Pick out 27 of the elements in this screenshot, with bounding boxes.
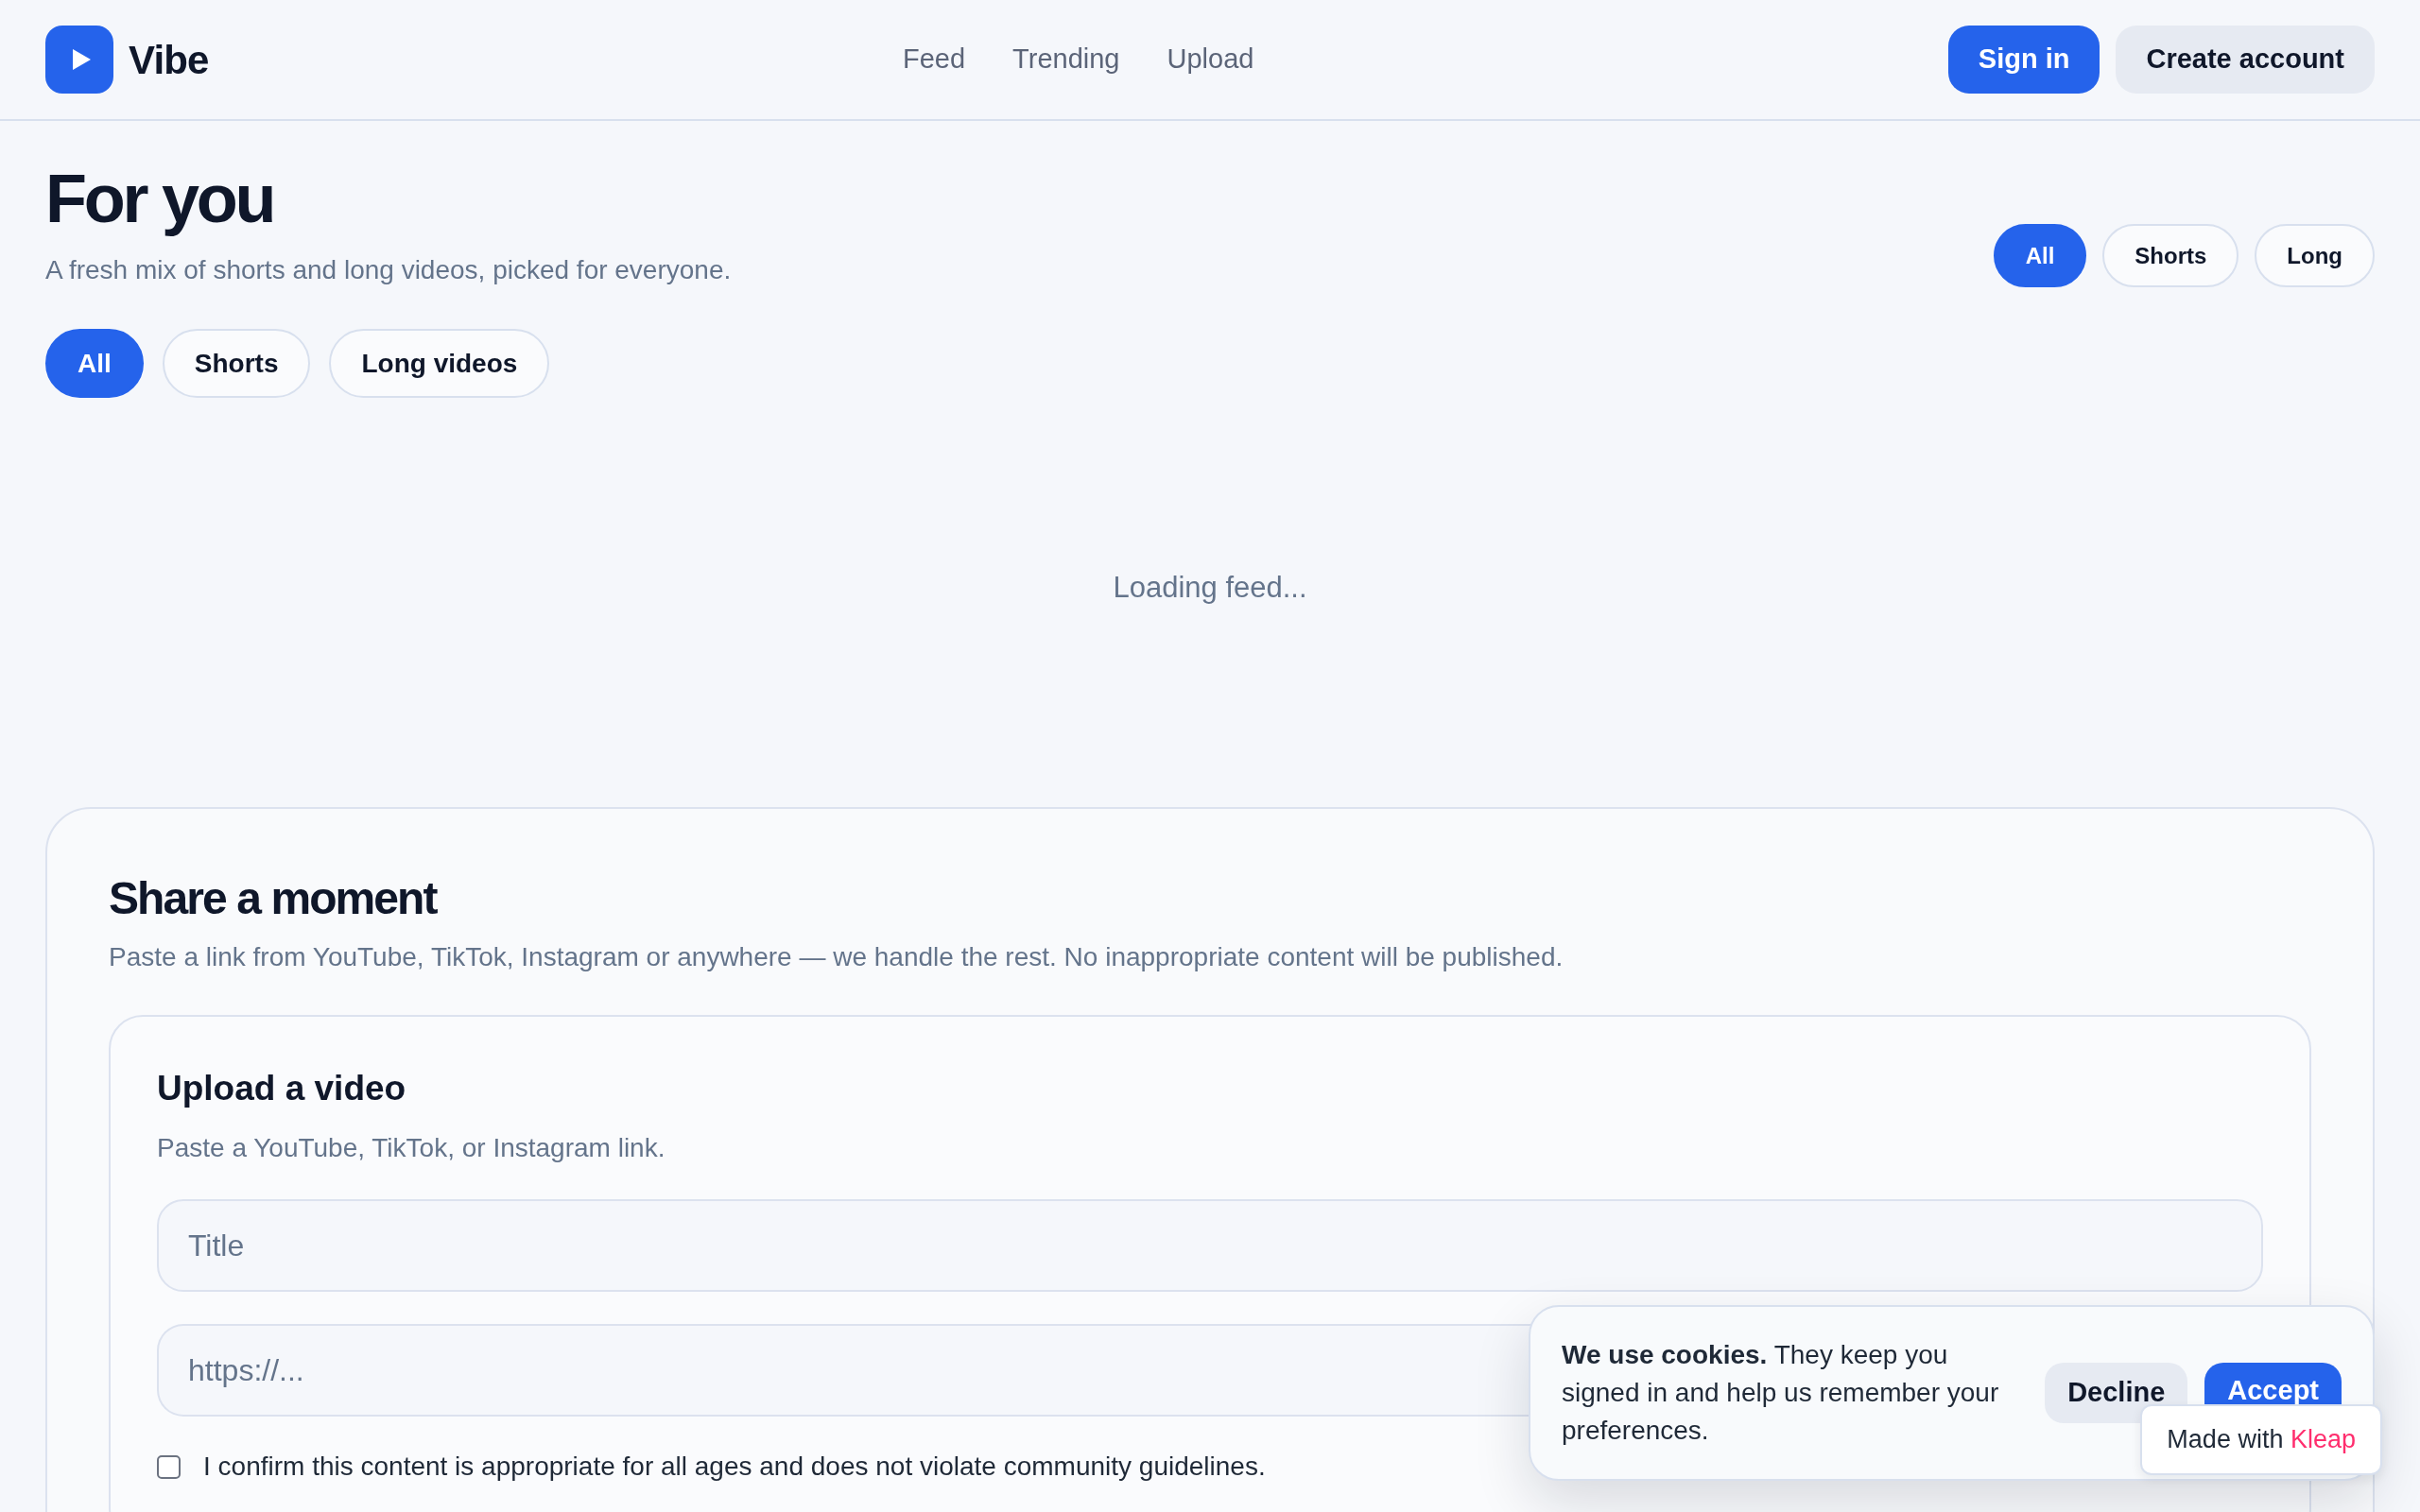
page-subtitle: A fresh mix of shorts and long videos, picked for everyone. (45, 254, 732, 286)
create-account-button[interactable]: Create account (2116, 26, 2375, 94)
sign-in-button[interactable]: Sign in (1947, 26, 2100, 94)
input-field[interactable]: Title (157, 1199, 2263, 1292)
filter-chip[interactable]: Shorts (162, 329, 311, 398)
made-with-toast[interactable]: Made with Kleap (2140, 1404, 2382, 1475)
share-title: Share a moment (109, 872, 437, 925)
filter-chip[interactable]: All (1993, 224, 2087, 287)
nav-link[interactable]: Trending (1012, 39, 1120, 80)
input-field[interactable]: https://... (157, 1324, 1531, 1417)
accept-button[interactable]: Accept (2204, 1363, 2342, 1404)
nav-link[interactable]: Feed (903, 39, 966, 80)
filter-chip[interactable]: Shorts (2102, 224, 2239, 287)
filter-chip[interactable]: Long videos (329, 329, 550, 398)
brand-name: Vibe (129, 36, 209, 84)
upload-hint: Paste a YouTube, TikTok, or Instagram link. (157, 1132, 666, 1164)
loading-message: Loading feed... (1113, 570, 1307, 606)
confirm-label: I confirm this content is appropriate for all ages and does not violate community guidelines. (203, 1451, 1266, 1483)
filter-chip[interactable]: All (45, 329, 144, 398)
nav-link[interactable]: Upload (1167, 39, 1254, 80)
upload-title: Upload a video (157, 1068, 406, 1109)
play-logo-icon (45, 26, 113, 94)
checkbox[interactable] (157, 1454, 181, 1479)
share-description: Paste a link from YouTube, TikTok, Instagram or anywhere — we handle the rest. No inappropriate content will be published. (109, 941, 1564, 973)
filter-chip[interactable]: Long (2255, 224, 2375, 287)
cookie-message: We use cookies. They keep you signed in and help us remember your preferences. (1562, 1339, 2000, 1447)
decline-button[interactable]: Decline (2045, 1363, 2188, 1423)
